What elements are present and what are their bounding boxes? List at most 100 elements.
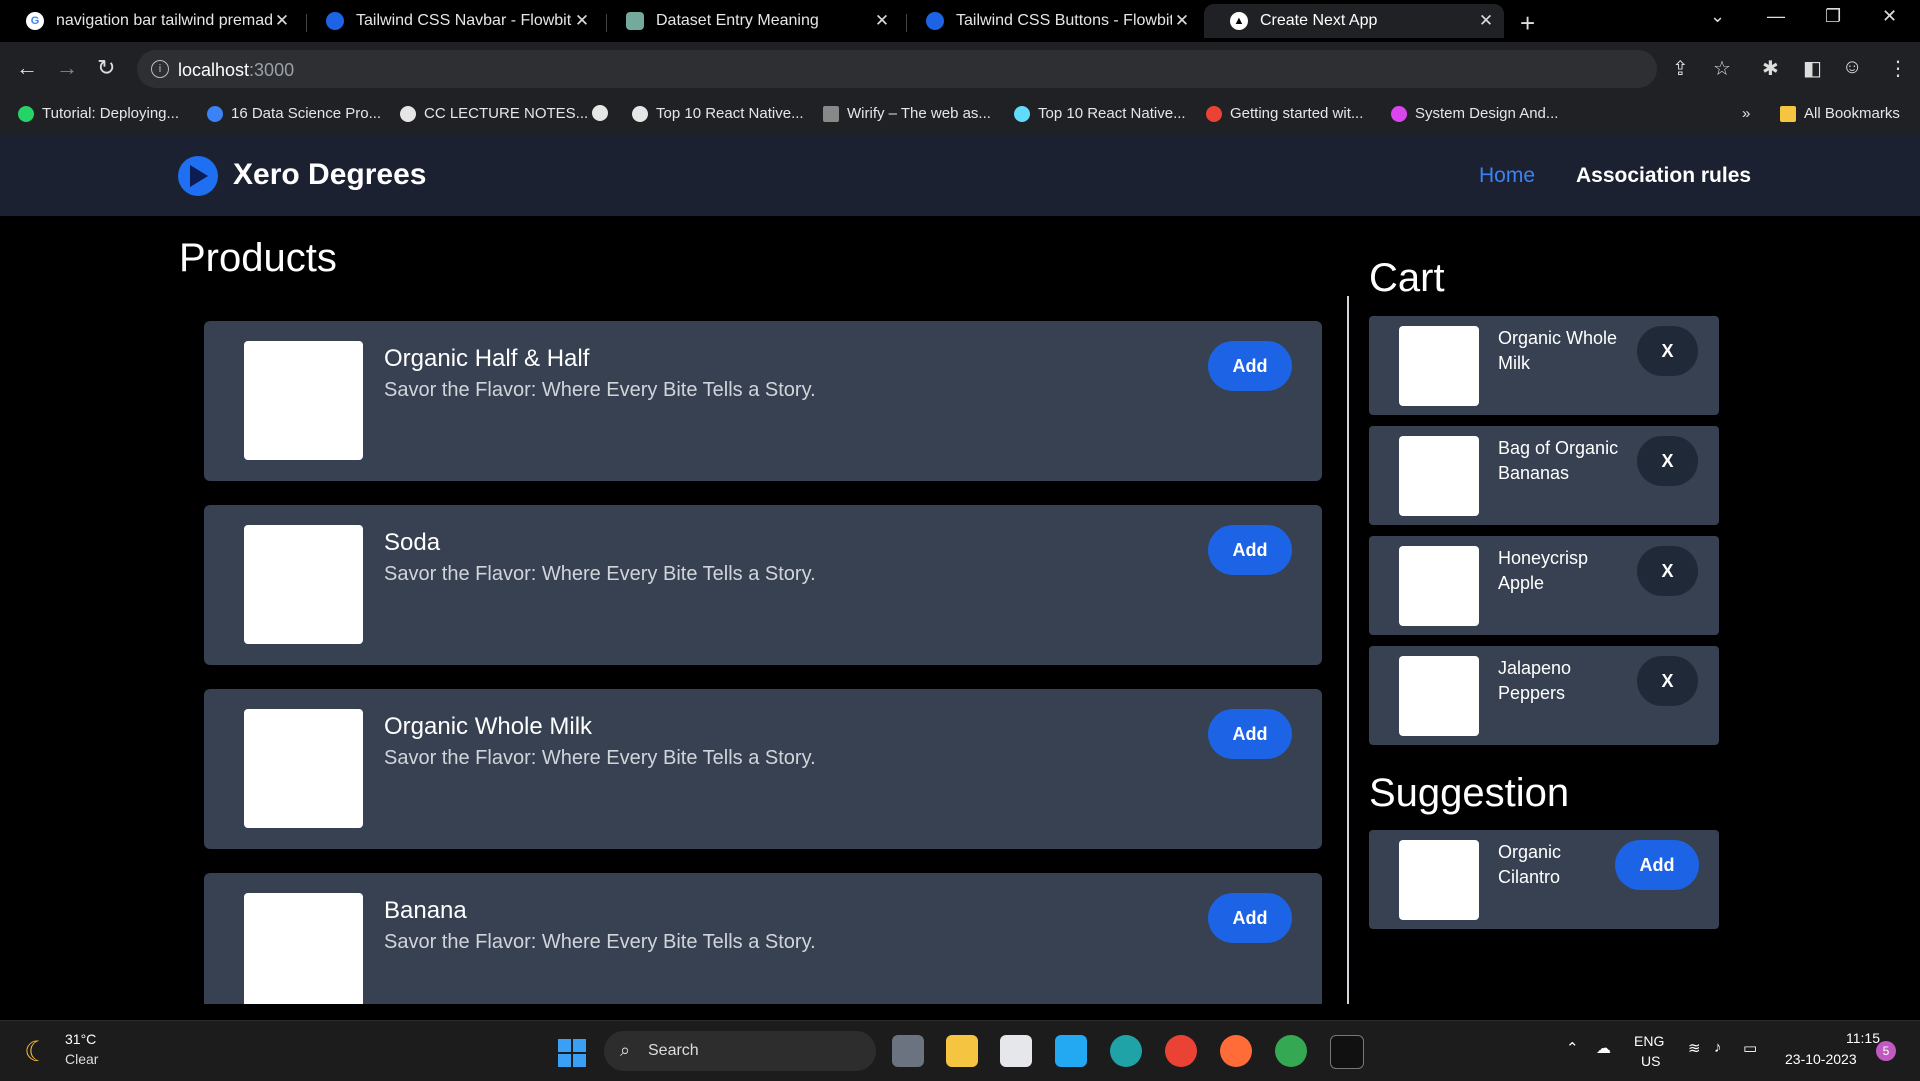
product-image — [244, 893, 363, 1004]
clock-date[interactable]: 23-10-2023 — [1785, 1051, 1857, 1067]
remove-from-cart-button[interactable]: X — [1637, 436, 1698, 486]
terminal-icon[interactable] — [1330, 1035, 1364, 1069]
bookmark-item[interactable]: CC LECTURE NOTES... — [400, 105, 588, 122]
volume-icon[interactable]: ♪ — [1714, 1039, 1722, 1056]
vscode-icon[interactable] — [1055, 1035, 1087, 1067]
wifi-icon[interactable]: ≋ — [1688, 1039, 1701, 1057]
onedrive-icon[interactable]: ☁ — [1596, 1039, 1611, 1057]
chrome-icon[interactable] — [1165, 1035, 1197, 1067]
language-indicator[interactable]: ENG — [1634, 1033, 1664, 1049]
windows-start-icon[interactable] — [558, 1039, 586, 1067]
tab-title: Tailwind CSS Buttons - Flowbite — [956, 12, 1172, 29]
product-image — [244, 525, 363, 644]
remove-from-cart-button[interactable]: X — [1637, 326, 1698, 376]
star-icon — [1391, 105, 1407, 122]
close-tab-icon[interactable]: ✕ — [572, 11, 592, 31]
remove-from-cart-button[interactable]: X — [1637, 656, 1698, 706]
menu-icon[interactable]: ⋮ — [1888, 56, 1908, 81]
bookmark-item[interactable]: Getting started wit... — [1206, 105, 1363, 122]
restore-icon[interactable]: ❐ — [1825, 6, 1841, 27]
extensions-icon[interactable]: ✱ — [1762, 56, 1779, 81]
close-tab-icon[interactable]: ✕ — [272, 11, 292, 31]
add-to-cart-button[interactable]: Add — [1208, 709, 1292, 759]
bookmarks-bar: Tutorial: Deploying... 16 Data Science P… — [0, 96, 1920, 137]
react-icon — [1014, 105, 1030, 122]
cart-item: Bag of Organic Bananas X — [1369, 426, 1719, 525]
all-bookmarks[interactable]: All Bookmarks — [1780, 105, 1900, 122]
file-explorer-icon[interactable] — [946, 1035, 978, 1067]
reload-icon[interactable]: ↻ — [97, 55, 115, 81]
weather-temperature[interactable]: 31°C — [65, 1031, 96, 1047]
close-tab-icon[interactable]: ✕ — [1172, 11, 1192, 31]
weather-condition[interactable]: Clear — [65, 1051, 98, 1067]
microsoft-store-icon[interactable] — [1000, 1035, 1032, 1067]
nav-link-association-rules[interactable]: Association rules — [1576, 164, 1751, 188]
globe-icon — [592, 105, 608, 121]
product-description: Savor the Flavor: Where Every Bite Tells… — [384, 931, 816, 953]
browser-tab[interactable]: Tailwind CSS Buttons - Flowbite ✕ — [900, 4, 1200, 38]
product-card: Banana Savor the Flavor: Where Every Bit… — [204, 873, 1322, 1004]
product-image — [244, 341, 363, 460]
bookmarks-overflow-icon[interactable]: » — [1742, 105, 1750, 122]
site-info-icon[interactable]: i — [151, 60, 169, 78]
bookmark-item[interactable]: Top 10 React Native... — [1014, 105, 1186, 122]
suggestion-heading: Suggestion — [1369, 771, 1570, 815]
forward-icon[interactable]: → — [56, 55, 78, 81]
folder-icon — [1780, 105, 1796, 122]
site-icon — [207, 105, 223, 122]
postman-icon[interactable] — [1220, 1035, 1252, 1067]
column-divider — [1347, 296, 1349, 1004]
task-view-icon[interactable] — [892, 1035, 924, 1067]
add-to-cart-button[interactable]: Add — [1208, 341, 1292, 391]
battery-icon[interactable]: ▭ — [1743, 1039, 1757, 1057]
remove-from-cart-button[interactable]: X — [1637, 546, 1698, 596]
new-tab-icon[interactable]: + — [1520, 8, 1535, 39]
bookmark-item[interactable]: Tutorial: Deploying... — [18, 105, 179, 122]
address-url: localhost:3000 — [178, 60, 295, 80]
add-to-cart-button[interactable]: Add — [1208, 893, 1292, 943]
bookmark-star-icon[interactable]: ☆ — [1713, 56, 1731, 81]
share-icon[interactable]: ⇪ — [1672, 56, 1689, 81]
cart-item-name: Jalapeno Peppers — [1498, 658, 1572, 703]
add-to-cart-button[interactable]: Add — [1208, 525, 1292, 575]
chrome-profile-icon[interactable] — [1275, 1035, 1307, 1067]
edge-icon[interactable] — [1110, 1035, 1142, 1067]
search-icon: ⌕ — [620, 1040, 631, 1060]
bookmark-item[interactable]: 16 Data Science Pro... — [207, 105, 381, 122]
cart-item-name: Organic Whole Milk — [1498, 328, 1618, 373]
add-suggestion-button[interactable]: Add — [1615, 840, 1699, 890]
back-icon[interactable]: ← — [16, 55, 38, 81]
taskbar-search-label: Search — [648, 1042, 699, 1059]
suggestion-image — [1399, 840, 1479, 920]
browser-tab-active[interactable]: ▲ Create Next App ✕ — [1204, 4, 1504, 38]
moon-icon[interactable]: ☾ — [24, 1035, 49, 1068]
bookmark-item[interactable] — [592, 105, 616, 121]
region-indicator[interactable]: US — [1641, 1053, 1660, 1069]
tab-title: Create Next App — [1260, 12, 1378, 29]
product-card: Organic Whole Milk Savor the Flavor: Whe… — [204, 689, 1322, 849]
profile-avatar[interactable]: ☺ — [1842, 56, 1862, 79]
google-icon — [1206, 105, 1222, 122]
bookmark-item[interactable]: Wirify – The web as... — [823, 105, 991, 122]
browser-tab[interactable]: Dataset Entry Meaning ✕ — [600, 4, 900, 38]
tab-search-icon[interactable]: ⌄ — [1710, 6, 1725, 27]
notification-badge[interactable]: 5 — [1876, 1041, 1896, 1061]
bookmark-item[interactable]: System Design And... — [1391, 105, 1558, 122]
browser-tab[interactable]: G navigation bar tailwind premade ✕ — [0, 4, 300, 38]
close-tab-icon[interactable]: ✕ — [1476, 11, 1496, 31]
product-card: Soda Savor the Flavor: Where Every Bite … — [204, 505, 1322, 665]
close-tab-icon[interactable]: ✕ — [872, 11, 892, 31]
brand-name[interactable]: Xero Degrees — [233, 158, 426, 192]
minimize-icon[interactable]: — — [1767, 6, 1785, 27]
address-bar[interactable]: i localhost:3000 — [137, 50, 1657, 88]
close-window-icon[interactable]: ✕ — [1882, 6, 1897, 27]
clock-time[interactable]: 11:15 — [1832, 1030, 1880, 1046]
brand-logo-icon[interactable] — [178, 156, 218, 196]
tray-overflow-icon[interactable]: ⌃ — [1566, 1039, 1579, 1057]
nav-link-home[interactable]: Home — [1479, 164, 1535, 188]
browser-tab[interactable]: Tailwind CSS Navbar - Flowbite ✕ — [300, 4, 600, 38]
bookmark-item[interactable]: Top 10 React Native... — [632, 105, 804, 122]
cart-item-image — [1399, 656, 1479, 736]
taskbar-search[interactable]: ⌕ Search — [604, 1031, 876, 1071]
side-panel-icon[interactable]: ◧ — [1803, 56, 1822, 81]
